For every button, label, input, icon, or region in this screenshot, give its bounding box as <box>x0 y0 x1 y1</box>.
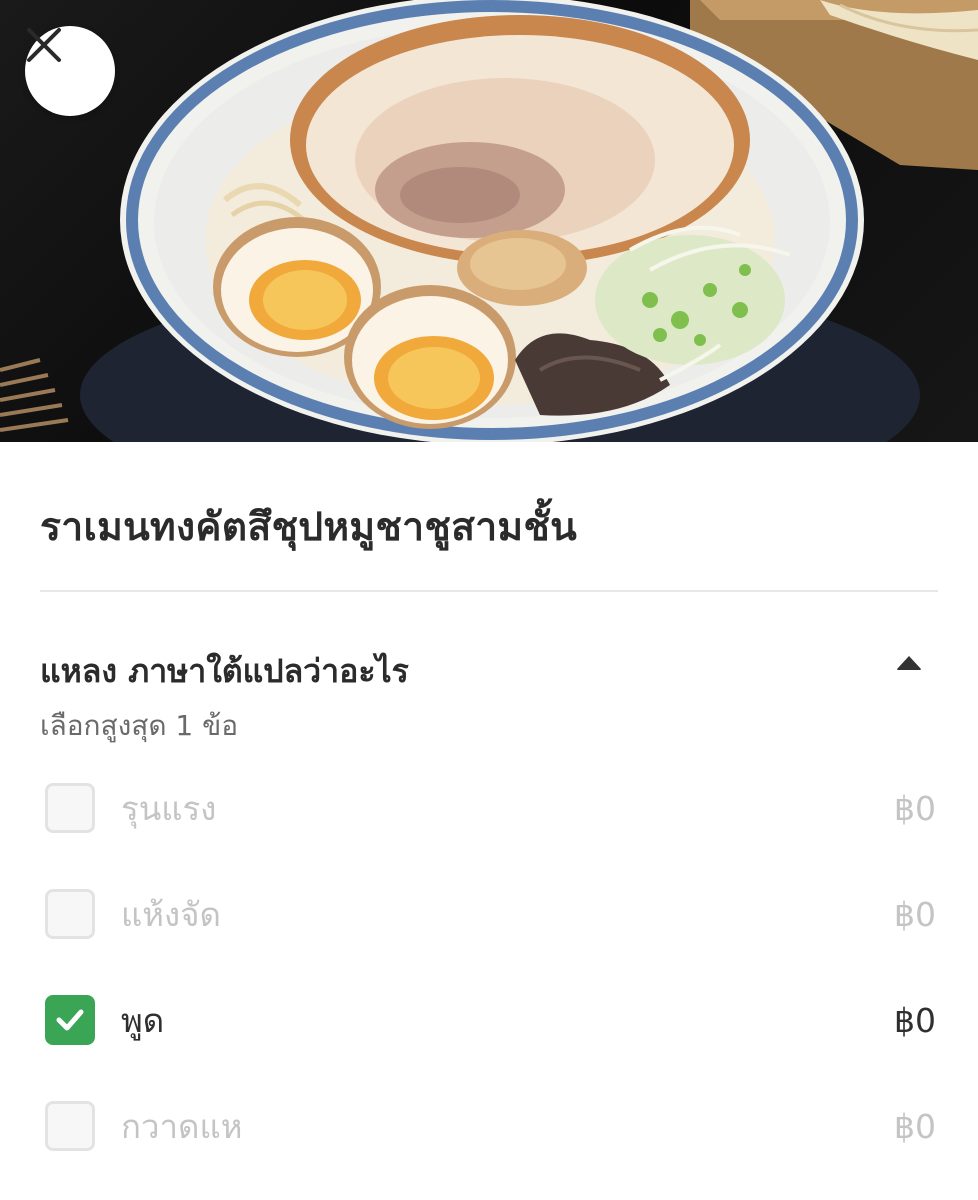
divider <box>40 590 938 592</box>
option-price: ฿0 <box>894 1106 936 1146</box>
dish-photo <box>0 0 978 442</box>
option-group-title: แหลง ภาษาใต้แปลว่าอะไร <box>40 652 409 690</box>
option-row-0[interactable]: รุนแรง ฿0 <box>40 778 938 838</box>
option-row-3[interactable]: กวาดแห ฿0 <box>40 1096 938 1156</box>
option-checkbox[interactable] <box>45 1101 95 1151</box>
item-detail: ราเมนทงคัตสึชุปหมูชาชูสามชั้น แหลง ภาษาใ… <box>0 442 978 1200</box>
option-checkbox[interactable] <box>45 889 95 939</box>
option-row-2[interactable]: พูด ฿0 <box>40 990 938 1050</box>
option-label: พูด <box>121 1000 165 1040</box>
option-row-1[interactable]: แห้งจัด ฿0 <box>40 884 938 944</box>
option-price: ฿0 <box>894 1000 936 1040</box>
option-price: ฿0 <box>894 894 936 934</box>
close-button[interactable] <box>25 26 115 116</box>
option-label: รุนแรง <box>121 788 217 828</box>
option-group-subtitle: เลือกสูงสุด 1 ข้อ <box>40 709 239 742</box>
option-label: แห้งจัด <box>121 894 221 934</box>
option-checkbox[interactable] <box>45 783 95 833</box>
option-label: กวาดแห <box>121 1106 243 1146</box>
close-icon <box>27 28 61 62</box>
option-checkbox[interactable] <box>45 995 95 1045</box>
caret-up-icon[interactable] <box>894 652 924 672</box>
option-price: ฿0 <box>894 788 936 828</box>
check-icon <box>56 1009 84 1031</box>
item-title: ราเมนทงคัตสึชุปหมูชาชูสามชั้น <box>40 505 578 550</box>
ramen-bowl-illustration <box>0 0 978 442</box>
